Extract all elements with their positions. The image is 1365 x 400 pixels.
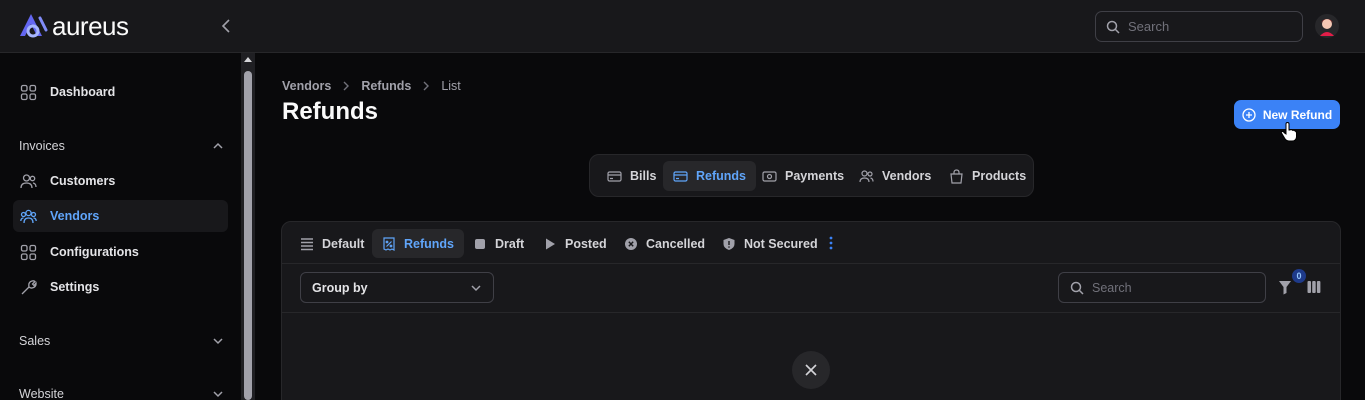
group-by-label: Group by (312, 280, 368, 295)
tab-label: Refunds (696, 169, 746, 183)
credit-card-icon (673, 170, 688, 182)
chevron-right-icon (343, 81, 350, 91)
collapse-sidebar-icon[interactable] (218, 17, 236, 35)
group-by-select[interactable]: Group by (300, 272, 494, 303)
shield-icon (723, 237, 735, 250)
filter-tab-draft[interactable]: Draft (463, 229, 534, 258)
sidebar-item-dashboard[interactable]: Dashboard (13, 76, 228, 108)
sidebar-item-settings[interactable]: Settings (13, 271, 228, 303)
empty-state-icon (792, 351, 830, 389)
receipt-percent-icon (383, 236, 395, 251)
tab-bills[interactable]: Bills (597, 161, 666, 191)
table-search-input[interactable]: Search (1058, 272, 1266, 303)
close-icon (805, 364, 817, 376)
sidebar-group-label: Website (19, 387, 64, 400)
sidebar-item-label: Customers (50, 174, 116, 188)
list-icon (301, 237, 313, 250)
credit-card-icon (607, 170, 622, 182)
aureus-logo-icon (20, 14, 48, 38)
hand-cursor-icon (1280, 122, 1297, 142)
breadcrumb: Vendors Refunds List (282, 79, 461, 93)
resource-tabs: Bills Refunds Payments Vendors Products (589, 154, 1034, 197)
wrench-icon (21, 279, 37, 294)
sidebar-item-configurations[interactable]: Configurations (13, 236, 228, 268)
search-placeholder: Search (1092, 280, 1132, 295)
filter-tab-label: Posted (565, 236, 607, 251)
breadcrumb-item-refunds[interactable]: Refunds (361, 79, 411, 93)
chevron-right-icon (423, 81, 430, 91)
sidebar-group-label: Invoices (19, 139, 65, 153)
plus-circle-icon (1242, 107, 1256, 122)
filter-tab-default[interactable]: Default (290, 229, 374, 258)
page-title: Refunds (282, 98, 378, 125)
more-vertical-icon[interactable] (827, 235, 835, 251)
sidebar-group-sales[interactable]: Sales (19, 334, 224, 348)
chevron-down-icon (213, 391, 223, 398)
chevron-down-icon (213, 338, 223, 345)
search-placeholder: Search (1128, 19, 1170, 34)
sidebar-item-label: Settings (50, 280, 100, 294)
sidebar-group-label: Sales (19, 334, 51, 348)
chevron-up-icon (213, 142, 223, 149)
filter-tab-label: Not Secured (744, 236, 818, 251)
play-icon (546, 238, 555, 249)
filter-tab-label: Cancelled (646, 236, 706, 251)
chevron-down-icon (471, 284, 481, 291)
tab-payments[interactable]: Payments (752, 161, 854, 191)
x-circle-icon (625, 237, 637, 250)
tab-products[interactable]: Products (939, 161, 1036, 191)
tab-label: Payments (785, 169, 845, 183)
filter-tab-cancelled[interactable]: Cancelled (614, 229, 715, 258)
new-refund-label: New Refund (1262, 107, 1333, 122)
users-group-icon (20, 209, 37, 223)
breadcrumb-item-list: List (441, 79, 461, 93)
scroll-up-arrow-icon[interactable] (244, 57, 252, 62)
search-icon (1106, 20, 1120, 34)
stop-icon (475, 238, 485, 249)
grid-icon (20, 84, 37, 100)
banknote-icon (762, 170, 777, 182)
grid-icon (20, 244, 37, 260)
table-panel: Default Refunds Draft Posted Cancelled N… (281, 221, 1341, 400)
sidebar-scrollbar[interactable] (241, 53, 255, 400)
table-toolbar: Group by Search 0 (282, 264, 1340, 313)
sidebar-item-customers[interactable]: Customers (13, 165, 228, 197)
tab-refunds[interactable]: Refunds (663, 161, 756, 191)
sidebar-group-website[interactable]: Website (19, 387, 224, 400)
filter-tab-refunds[interactable]: Refunds (372, 229, 464, 258)
app-name: aureus (52, 11, 129, 41)
columns-icon[interactable] (1307, 280, 1321, 294)
filter-count-badge: 0 (1292, 269, 1306, 283)
sidebar-item-label: Dashboard (50, 85, 116, 99)
tab-label: Vendors (882, 169, 932, 183)
scrollbar-thumb[interactable] (244, 71, 252, 400)
sidebar-item-vendors[interactable]: Vendors (13, 200, 228, 232)
breadcrumb-item-vendors[interactable]: Vendors (282, 79, 331, 93)
tab-label: Bills (630, 169, 657, 183)
tab-label: Products (972, 169, 1027, 183)
filter-tab-label: Default (322, 236, 365, 251)
users-icon (859, 169, 874, 182)
top-bar: aureus Search (0, 0, 1365, 53)
global-search-input[interactable]: Search (1095, 11, 1303, 42)
sidebar-group-invoices[interactable]: Invoices (19, 139, 224, 153)
filter-tab-posted[interactable]: Posted (533, 229, 617, 258)
shopping-bag-icon (950, 168, 963, 184)
filter-tabs: Default Refunds Draft Posted Cancelled N… (282, 222, 1340, 264)
sidebar: Dashboard Invoices Customers Vendors Con… (0, 53, 241, 400)
sidebar-item-label: Configurations (50, 245, 139, 259)
filter-icon[interactable] (1278, 280, 1292, 295)
user-avatar[interactable] (1315, 14, 1339, 38)
sidebar-item-label: Vendors (50, 209, 100, 223)
app-logo[interactable]: aureus (18, 12, 129, 40)
filter-tab-not-secured[interactable]: Not Secured (712, 229, 828, 258)
search-icon (1070, 281, 1084, 295)
filter-tab-label: Refunds (404, 236, 454, 251)
users-icon (20, 173, 37, 188)
tab-vendors[interactable]: Vendors (849, 161, 941, 191)
filter-tab-label: Draft (495, 236, 525, 251)
